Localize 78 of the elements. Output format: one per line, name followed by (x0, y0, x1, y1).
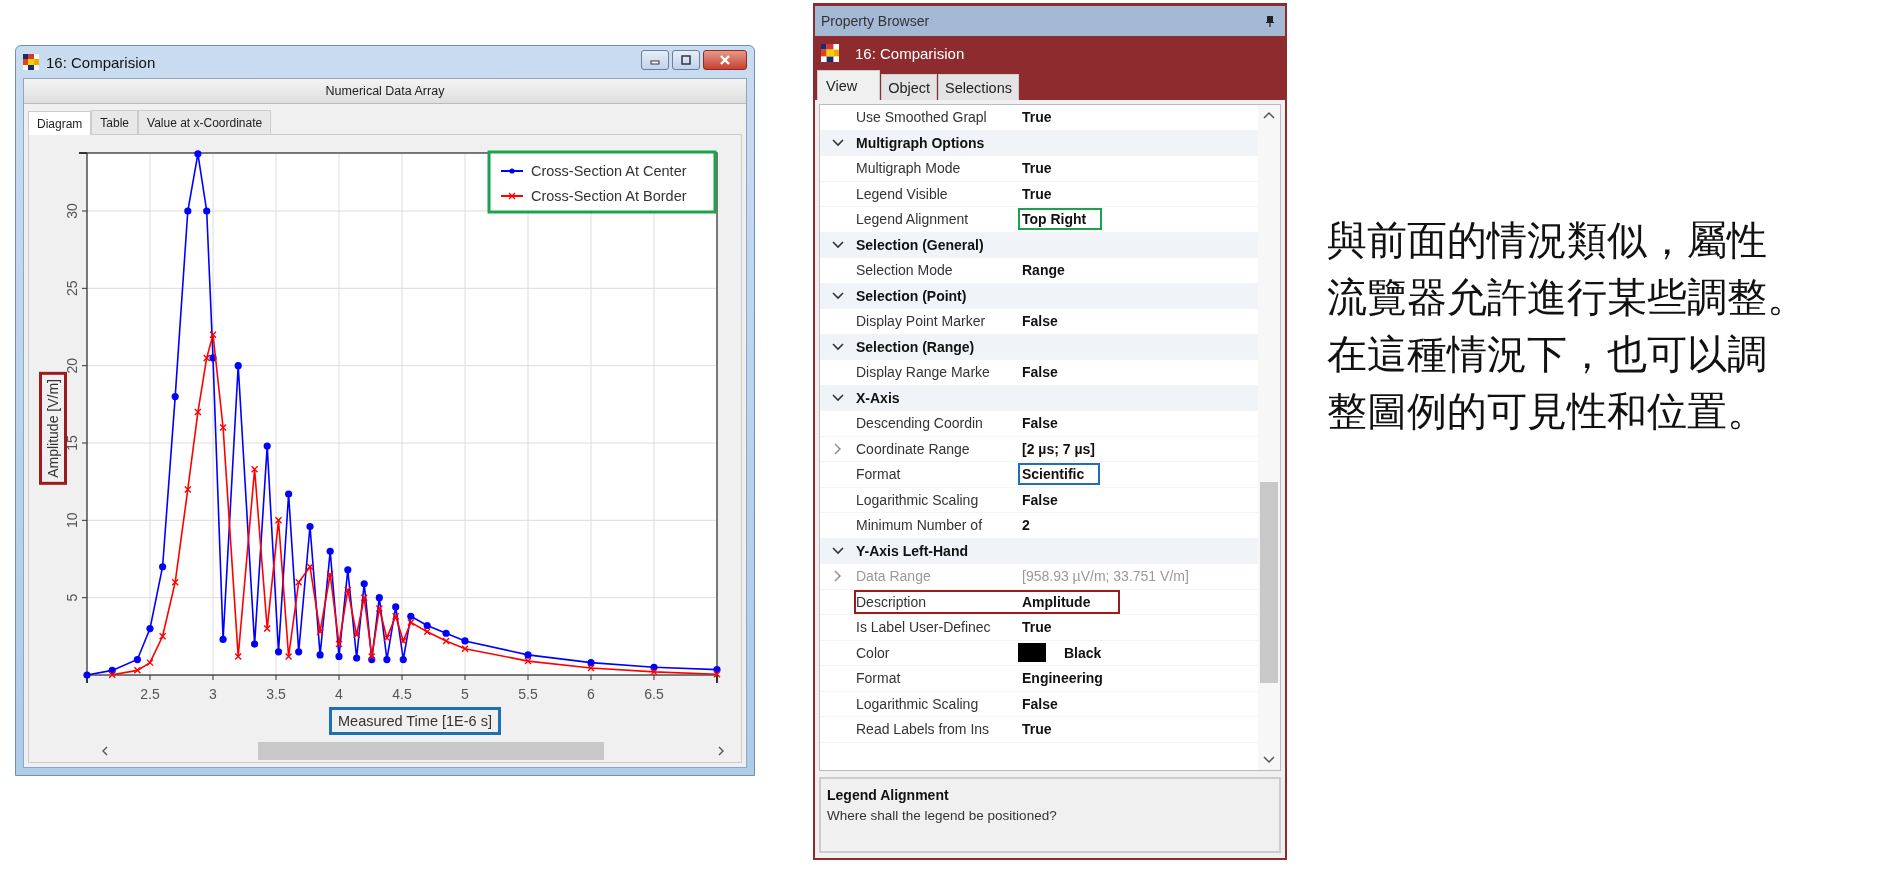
property-name: Multigraph Mode (856, 160, 962, 177)
note-line: 流覽器允許進行某些調整。 (1327, 273, 1807, 322)
category-title[interactable]: Selection (General) (856, 236, 984, 253)
tick-label: 6.5 (644, 686, 664, 702)
window-title: 16: Comparision (46, 53, 157, 71)
y-axis-label: Amplitude [V/m] (39, 371, 67, 485)
property-name: Display Range Marke (856, 364, 991, 381)
panel-title: Property Browser (821, 13, 930, 29)
property-value[interactable]: False (1018, 311, 1062, 332)
property-name: Legend Alignment (856, 211, 970, 228)
property-value[interactable]: True (1018, 107, 1056, 128)
property-value[interactable]: Amplitude (1018, 591, 1095, 612)
property-name: Minimum Number of (856, 517, 984, 534)
tick-label: 2.5 (140, 686, 160, 702)
legend-label: Cross-Section At Border (531, 188, 687, 204)
note-line: 與前面的情況類似，屬性 (1327, 216, 1767, 265)
tick-label: 4 (335, 686, 343, 702)
property-value[interactable]: True (1018, 617, 1056, 638)
tab[interactable]: Value at x-Coordinate (138, 110, 272, 134)
panel-header: Numerical Data Array (24, 79, 746, 104)
tab[interactable]: Table (91, 110, 139, 134)
category-title[interactable]: Multigraph Options (856, 134, 985, 151)
tab[interactable]: Diagram (28, 111, 92, 135)
tab[interactable]: Selections (938, 74, 1019, 100)
property-name: Use Smoothed Grapl (856, 109, 988, 126)
property-name: Logarithmic Scaling (856, 491, 980, 508)
property-name: Color (856, 644, 891, 661)
property-name: Coordinate Range (856, 440, 971, 457)
note-line: 在這種情況下，也可以調 (1327, 330, 1767, 379)
property-value[interactable]: False (1018, 413, 1062, 434)
property-value[interactable]: True (1018, 158, 1056, 179)
property-name: Legend Visible (856, 185, 949, 202)
legend-label: Cross-Section At Center (531, 163, 687, 179)
tab[interactable]: View (817, 70, 881, 100)
property-value[interactable]: False (1018, 489, 1062, 510)
property-value[interactable]: Black (1060, 642, 1106, 663)
tick-label: 5 (461, 686, 469, 702)
property-name: Description (856, 593, 928, 610)
tick-label: 5 (65, 593, 80, 602)
property-name: Format (856, 670, 902, 687)
property-value[interactable]: Scientific (1018, 463, 1101, 486)
category-title[interactable]: Y-Axis Left-Hand (856, 542, 968, 559)
tab[interactable]: Object (881, 74, 938, 100)
help-text: Where shall the legend be positioned? (827, 808, 1058, 823)
tick-label: 3.5 (266, 686, 286, 702)
property-name: Is Label User-Definec (856, 619, 992, 636)
property-value[interactable]: Top Right (1018, 208, 1103, 231)
property-value[interactable]: [2 µs; 7 µs] (1018, 438, 1099, 459)
property-name: Data Range (856, 568, 932, 585)
property-name: Format (856, 466, 902, 483)
tick-label: 30 (65, 203, 80, 219)
tick-label: 6 (587, 686, 595, 702)
tick-label: 5.5 (518, 686, 538, 702)
property-name: Descending Coordin (856, 415, 984, 432)
property-value[interactable]: Engineering (1018, 668, 1107, 689)
property-name: Logarithmic Scaling (856, 695, 980, 712)
tick-label: 25 (65, 280, 80, 297)
category-title[interactable]: Selection (Point) (856, 287, 967, 304)
x-axis-label: Measured Time [1E-6 s] (329, 707, 501, 735)
property-value[interactable]: True (1018, 719, 1056, 740)
note-line: 整圖例的可見性和位置。 (1327, 387, 1767, 436)
object-name: 16: Comparision (855, 44, 965, 62)
tick-label: 3 (209, 686, 217, 702)
tick-label: 20 (65, 357, 80, 374)
tick-label: 4.5 (392, 686, 412, 702)
category-title[interactable]: Selection (Range) (856, 338, 975, 355)
property-name: Read Labels from Ins (856, 721, 991, 738)
category-title[interactable]: X-Axis (856, 389, 900, 406)
tick-label: 15 (65, 435, 80, 451)
property-name: Display Point Marker (856, 313, 987, 330)
property-value[interactable]: Range (1018, 260, 1069, 281)
property-name: Selection Mode (856, 262, 954, 279)
tick-label: 10 (65, 512, 80, 529)
help-title: Legend Alignment (827, 787, 950, 803)
property-value[interactable]: False (1018, 362, 1062, 383)
property-value[interactable]: 2 (1018, 515, 1034, 536)
property-value[interactable]: True (1018, 183, 1056, 204)
property-value[interactable]: False (1018, 693, 1062, 714)
